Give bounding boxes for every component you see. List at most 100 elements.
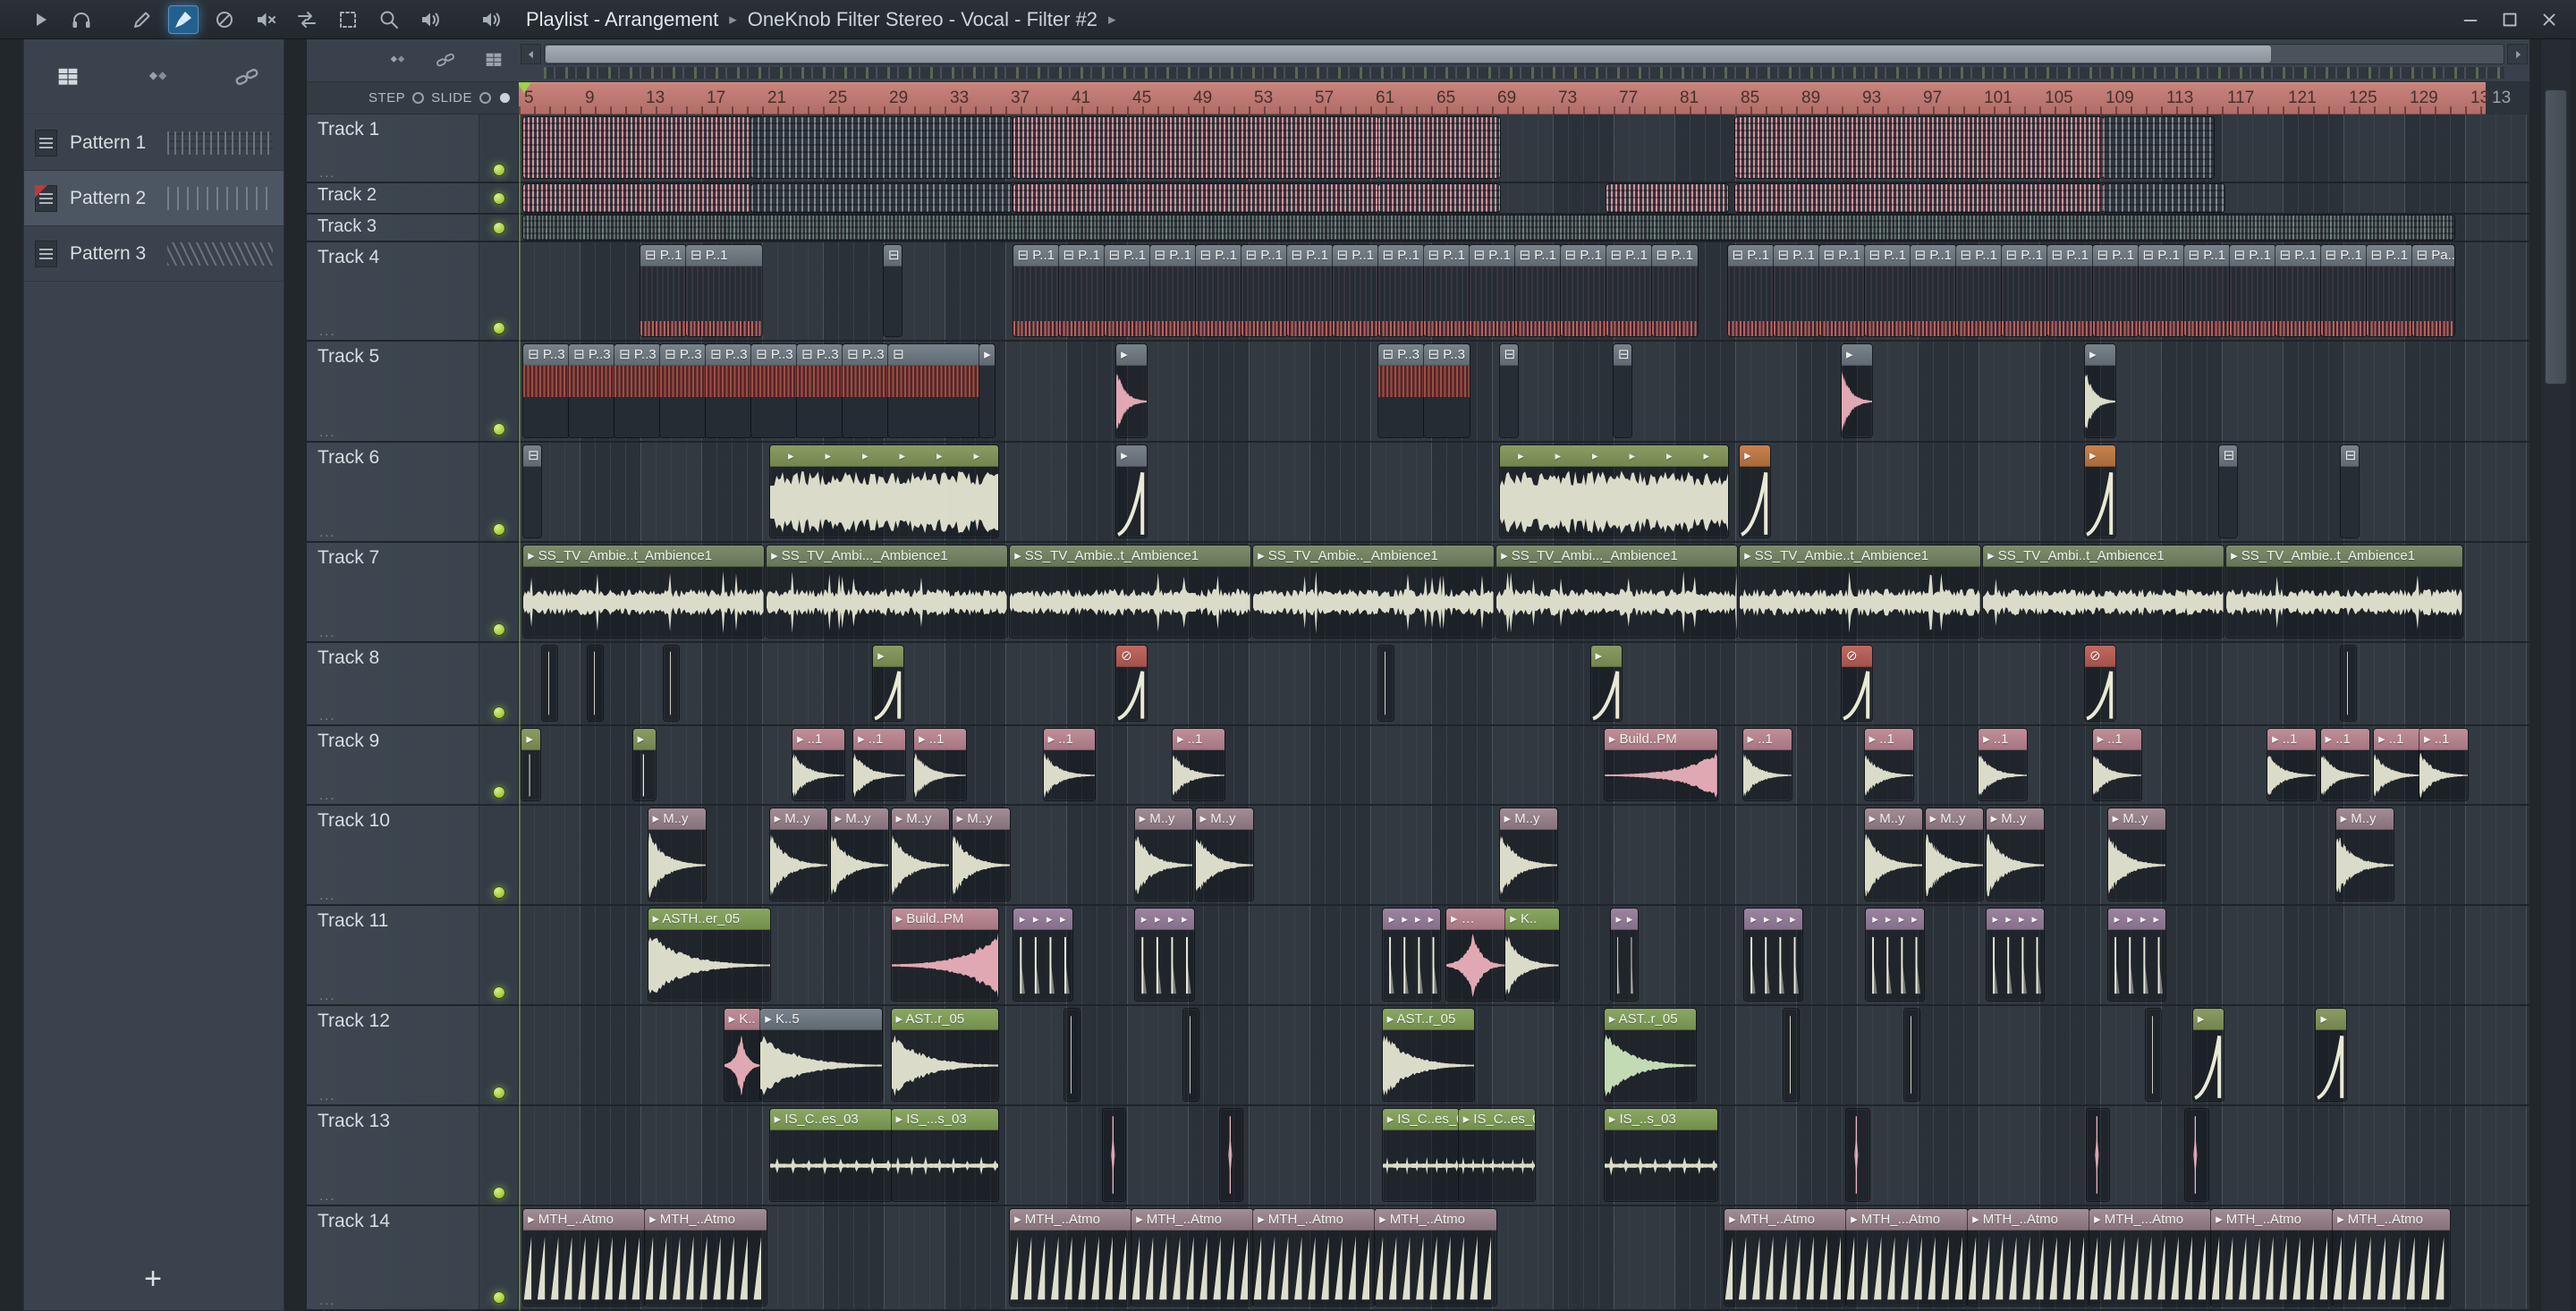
clip-swp[interactable]: ▸	[873, 646, 904, 721]
clip-..1[interactable]: ▸ ..1	[2419, 729, 2469, 800]
hscroll-thumb[interactable]	[546, 46, 2271, 63]
clip-..1[interactable]: ▸ ..1	[792, 729, 844, 800]
clip-pur[interactable]: ▸ ▸ ▸ ▸	[1013, 909, 1072, 1001]
clip-pt[interactable]	[523, 216, 2455, 240]
playback-icon[interactable]	[415, 5, 445, 34]
scroll-right-button[interactable]	[2507, 44, 2528, 64]
track-led[interactable]	[493, 1087, 505, 1099]
clip-pp[interactable]	[1377, 184, 1500, 212]
clip-IS_C..es_03[interactable]: ▸ IS_C..es_03	[1382, 1109, 1459, 1201]
clip-..1[interactable]: ▸ ..1	[1043, 729, 1096, 800]
clip-ln[interactable]	[1377, 646, 1394, 721]
clip-SS_TV_Ambie..t_Ambience1[interactable]: ▸ SS_TV_Ambie..t_Ambience1	[1010, 546, 1250, 638]
clip-..1[interactable]: ▸ ..1	[853, 729, 905, 800]
clip-M..y[interactable]: ▸ M..y	[1134, 808, 1193, 901]
clip-P..1[interactable]: ⊟ P..1	[2001, 245, 2047, 336]
clip-ln[interactable]	[1182, 1009, 1199, 1101]
clip-hit[interactable]	[1219, 1109, 1243, 1201]
clip-ln[interactable]: ▸	[521, 729, 540, 800]
clip-MTH_..Atmo[interactable]: ▸ MTH_..Atmo	[1010, 1209, 1132, 1306]
clip-P..1[interactable]: ⊟ P..1	[1606, 245, 1652, 336]
clip-P..1[interactable]: ⊟ P..1	[1195, 245, 1241, 336]
ruler-bar[interactable]: 5 9 13 17 21 25 29 33 37 41 45 49 53 57 61 65 69 73 77 81 85…	[519, 82, 2499, 114]
clip-..1[interactable]: ▸ ..1	[914, 729, 966, 800]
clip-pur[interactable]: ▸ ▸	[1610, 909, 1639, 1001]
clip-hit[interactable]: ▸	[1842, 344, 1872, 437]
track-led[interactable]	[493, 221, 505, 234]
clip-pg[interactable]	[751, 184, 1013, 212]
clip-ln[interactable]	[663, 646, 679, 721]
clip-pur[interactable]: ▸ ▸ ▸ ▸	[1134, 909, 1194, 1001]
clip-M..y[interactable]: ▸ M..y	[648, 808, 707, 901]
clip-IS_...s_03[interactable]: ▸ IS_...s_03	[891, 1109, 998, 1201]
scroll-left-button[interactable]	[521, 44, 541, 64]
bricks-icon[interactable]	[51, 60, 85, 94]
clip-AST..r_05[interactable]: ▸ AST..r_05	[1604, 1009, 1696, 1101]
clip-P..1[interactable]: ⊟ P..1	[686, 245, 762, 336]
clip-..1[interactable]: ▸ ..1	[2267, 729, 2317, 800]
clip-..1[interactable]: ▸ ..1	[2092, 729, 2141, 800]
track-lane[interactable]: ▸ MTH_..Atmo ▸ MTH_..Atmo ▸ MTH_..Atmo ▸ MT…	[519, 1206, 2529, 1309]
diamonds-icon[interactable]	[384, 47, 411, 73]
clip-Build..PM[interactable]: ▸ Build..PM	[891, 909, 998, 1001]
diamonds-icon[interactable]	[140, 60, 174, 94]
clip-hit[interactable]	[2185, 1109, 2208, 1201]
clip-..1[interactable]: ▸ ..1	[2374, 729, 2423, 800]
clip-P..3[interactable]: ⊟ P..3	[523, 344, 570, 437]
clip-P..1[interactable]: ⊟ P..1	[1013, 245, 1059, 336]
clip-IS_C..es_03[interactable]: ▸ IS_C..es_03	[1458, 1109, 1535, 1201]
clip-P..1[interactable]: ⊟ P..1	[1149, 245, 1196, 336]
track-header[interactable]: Track 6...	[307, 443, 519, 541]
clip-P..1[interactable]: ⊟ P..1	[1104, 245, 1150, 336]
pattern-item[interactable]: Pattern 3	[24, 226, 284, 282]
timeline-ruler[interactable]: 5 9 13 17 21 25 29 33 37 41 45 49 53 57 61 65 69 73 77 81 85…	[519, 82, 2529, 114]
clip-ag[interactable]: ▸ ▸ ▸ ▸ ▸ ▸	[769, 445, 998, 537]
clip-SS_TV_Ambi..._Ambience1[interactable]: ▸ SS_TV_Ambi..._Ambience1	[767, 546, 1007, 638]
clip-P..1[interactable]: ⊟ P..1	[2366, 245, 2412, 336]
clip-hit[interactable]	[1846, 1109, 1869, 1201]
clip-⊘[interactable]: ⊘	[1116, 646, 1148, 721]
clip-P..1[interactable]: ⊟ P..1	[1332, 245, 1378, 336]
clip-ln[interactable]	[1903, 1009, 1919, 1101]
horizontal-scrollbar[interactable]	[544, 44, 2504, 64]
track-led[interactable]	[493, 623, 505, 636]
clip-P..3[interactable]: ⊟ P..3	[569, 344, 615, 437]
slip-icon[interactable]	[292, 5, 322, 34]
track-header[interactable]: Track 10...	[307, 806, 519, 904]
play-icon[interactable]	[25, 5, 55, 34]
clip-pp[interactable]	[1735, 184, 2104, 212]
track-led[interactable]	[493, 423, 505, 436]
clip-M..y[interactable]: ▸ M..y	[891, 808, 950, 901]
clip-SS_TV_Ambi..t_Ambience1[interactable]: ▸ SS_TV_Ambi..t_Ambience1	[1983, 546, 2224, 638]
minimize-button[interactable]	[2454, 5, 2487, 34]
headphones-icon[interactable]	[66, 5, 97, 34]
clip-P..1[interactable]: ⊟ P..1	[1514, 245, 1561, 336]
clip-pur[interactable]: ▸ ▸ ▸ ▸	[2107, 909, 2166, 1001]
clip-ag[interactable]: ▸ ▸ ▸ ▸ ▸ ▸	[1499, 445, 1728, 537]
clip-hit[interactable]	[1102, 1109, 1126, 1201]
track-led[interactable]	[493, 986, 505, 999]
pattern-item[interactable]: Pattern 2	[24, 171, 284, 226]
clip-swp[interactable]: ▸	[1116, 445, 1148, 537]
track-lane[interactable]: ▸ ASTH..er_05 ▸ Build..PM ▸ ▸ ▸ ▸ ▸ ▸ ▸ ▸ ▸ ▸ ▸ ▸ ▸ … ▸…	[519, 906, 2529, 1004]
clip-ln[interactable]	[1064, 1009, 1080, 1101]
clip-SS_TV_Ambie..t_Ambience1[interactable]: ▸ SS_TV_Ambie..t_Ambience1	[523, 546, 764, 638]
clip-MTH_..Atmo[interactable]: ▸ MTH_..Atmo	[645, 1209, 767, 1306]
clip-pg[interactable]	[2103, 117, 2215, 178]
clip-gs[interactable]: ⊟	[2340, 445, 2359, 537]
clip-pp[interactable]	[1735, 117, 2104, 178]
maximize-button[interactable]	[2494, 5, 2526, 34]
mute-icon[interactable]	[250, 5, 281, 34]
clip-MTH_..Atmo[interactable]: ▸ MTH_..Atmo	[523, 1209, 646, 1306]
track-lane[interactable]	[519, 183, 2529, 213]
clip-ln[interactable]	[1784, 1009, 1800, 1101]
clip-ln[interactable]	[2146, 1009, 2161, 1101]
clip-MTH_...Atmo[interactable]: ▸ MTH_...Atmo	[2089, 1209, 2212, 1306]
clip-MTH_..Atmo[interactable]: ▸ MTH_..Atmo	[1375, 1209, 1497, 1306]
clip-K..5[interactable]: ▸ K..5	[760, 1009, 883, 1101]
clip-P..1[interactable]: ⊟ P..1	[1727, 245, 1774, 336]
clip-P..1[interactable]: ⊟ P..1	[1423, 245, 1470, 336]
slide-toggle[interactable]	[479, 92, 491, 104]
clip-P..1[interactable]: ⊟ P..1	[2275, 245, 2321, 336]
clip-P..1[interactable]: ⊟ P..1	[1773, 245, 1819, 336]
